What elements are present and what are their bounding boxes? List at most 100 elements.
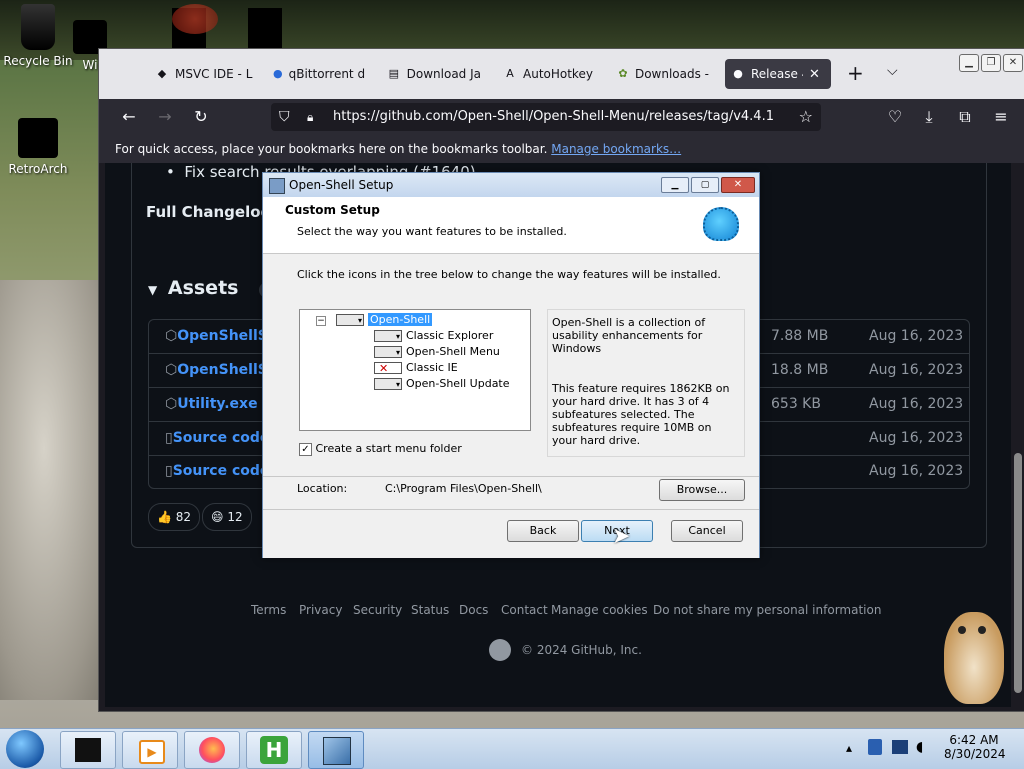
footer-link-do-not-share[interactable]: Do not share my personal information	[653, 603, 881, 617]
browse-button[interactable]: Browse...	[659, 479, 745, 501]
desktop-icon-hidden-3[interactable]	[172, 4, 218, 34]
bookmark-star-icon[interactable]: ☆	[799, 103, 813, 131]
tab-downloads[interactable]: ✿ Downloads -	[617, 59, 709, 89]
dialog-instruction: Click the icons in the tree below to cha…	[297, 268, 721, 281]
start-button[interactable]	[6, 730, 44, 768]
desktop-icon-recycle-bin[interactable]: Recycle Bin	[2, 4, 74, 68]
desktop-icon-retroarch[interactable]: RetroArch	[2, 112, 74, 176]
footer-link-manage-cookies[interactable]: Manage cookies	[551, 603, 648, 617]
tree-node-open-shell[interactable]: − ▾ Open-Shell	[316, 313, 433, 326]
shield-icon[interactable]: ⛉	[279, 103, 290, 131]
tab-qbittorrent[interactable]: ● qBittorrent d	[273, 59, 365, 89]
extensions-icon[interactable]: ⧉	[953, 105, 977, 129]
start-menu-folder-option[interactable]: ✓ Create a start menu folder	[299, 442, 462, 456]
back-arrow-icon[interactable]: ←	[117, 105, 141, 129]
maximize-button[interactable]: ❐	[981, 54, 1001, 72]
full-changelog-label: Full Changelog:	[146, 203, 278, 221]
url-text[interactable]: https://github.com/Open-Shell/Open-Shell…	[333, 103, 773, 131]
triangle-down-icon: ▼	[148, 283, 158, 297]
taskbar-item-autohotkey[interactable]: H	[246, 731, 302, 769]
dialog-titlebar[interactable]: Open-Shell Setup ▁ ▢ ✕	[263, 173, 759, 197]
autohotkey-h-icon: H	[260, 736, 288, 764]
footer-link-contact[interactable]: Contact	[501, 603, 548, 617]
tree-node-open-shell-update[interactable]: ▾ Open-Shell Update	[374, 377, 510, 390]
tray-app-icon[interactable]	[868, 739, 882, 755]
dialog-maximize-button[interactable]: ▢	[691, 177, 719, 193]
minimize-button[interactable]: ▁	[959, 54, 979, 72]
reaction-smile[interactable]: 😄 12	[202, 503, 252, 531]
pocket-icon[interactable]: ♡	[883, 105, 907, 129]
desktop-icon-label: RetroArch	[8, 162, 68, 176]
tree-node-classic-ie[interactable]: ✕ Classic IE	[374, 361, 458, 375]
tree-node-open-shell-menu[interactable]: ▾ Open-Shell Menu	[374, 345, 500, 358]
url-bar[interactable]: ⛉ 🔒︎ https://github.com/Open-Shell/Open-…	[271, 103, 821, 131]
dialog-title: Open-Shell Setup	[289, 178, 394, 192]
manage-bookmarks-link[interactable]: Manage bookmarks…	[551, 142, 681, 156]
show-hidden-icons-chevron-icon[interactable]: ▴	[846, 741, 852, 755]
package-icon: ⬡	[165, 396, 178, 412]
close-window-button[interactable]: ✕	[1003, 54, 1023, 72]
scrollbar-thumb[interactable]	[1014, 453, 1022, 693]
menu-hamburger-icon[interactable]: ≡	[989, 105, 1013, 129]
new-tab-button[interactable]: +	[847, 61, 864, 85]
feature-tree[interactable]: − ▾ Open-Shell ▾ Classic Explorer ▾ Open-She…	[299, 309, 531, 431]
setup-dialog: Open-Shell Setup ▁ ▢ ✕ Custom Setup Sele…	[262, 172, 760, 558]
reload-icon[interactable]: ↻	[189, 105, 213, 129]
download-icon[interactable]: ⤓	[917, 105, 941, 129]
bookmarks-toolbar: For quick access, place your bookmarks h…	[99, 135, 1024, 163]
back-button[interactable]: Back	[507, 520, 579, 542]
footer-link-terms[interactable]: Terms	[251, 603, 286, 617]
tab-msvc-ide[interactable]: ◆ MSVC IDE - L	[155, 59, 255, 89]
footer-link-status[interactable]: Status	[411, 603, 449, 617]
recycle-bin-icon	[21, 4, 55, 50]
forward-arrow-icon[interactable]: →	[153, 105, 177, 129]
tab-release[interactable]: ● Release 4.4 ✕	[725, 59, 831, 89]
github-logo-icon[interactable]	[489, 639, 511, 661]
retroarch-icon	[18, 118, 58, 158]
taskbar-item-media-player[interactable]: ▶	[122, 731, 178, 769]
checkbox-checked[interactable]: ✓	[299, 442, 312, 456]
reaction-thumbs-up[interactable]: 👍 82	[148, 503, 201, 531]
clock[interactable]: 6:42 AM 8/30/2024	[944, 733, 1006, 761]
footer-link-docs[interactable]: Docs	[459, 603, 488, 617]
taskbar-item-terminal[interactable]	[60, 731, 116, 769]
feature-state-icon[interactable]: ▾	[336, 314, 364, 326]
installer-icon	[323, 737, 351, 765]
feature-state-icon[interactable]: ▾	[374, 346, 402, 358]
list-all-tabs-chevron-icon[interactable]: ⌵	[887, 63, 898, 79]
close-tab-icon[interactable]: ✕	[809, 67, 820, 82]
autohotkey-icon: A	[506, 67, 514, 80]
package-icon: ⬡	[165, 362, 178, 378]
network-monitor-icon[interactable]	[892, 740, 908, 754]
dialog-minimize-button[interactable]: ▁	[661, 177, 689, 193]
package-icon: ⬡	[165, 328, 178, 344]
assets-header[interactable]: ▼ Assets 5	[148, 277, 281, 299]
tree-node-classic-explorer[interactable]: ▾ Classic Explorer	[374, 329, 493, 342]
taskbar-item-setup[interactable]	[308, 731, 364, 769]
cancel-button[interactable]: Cancel	[671, 520, 743, 542]
taskbar-item-firefox[interactable]	[184, 731, 240, 769]
feature-excluded-x-icon[interactable]: ✕	[374, 362, 402, 375]
clock-time: 6:42 AM	[949, 733, 999, 747]
tab-autohotkey[interactable]: A AutoHotkey	[503, 59, 599, 89]
taskbar: ▶ H ▴ ◖ 6:42 AM 8/30/2024	[0, 728, 1024, 769]
feature-state-icon[interactable]: ▾	[374, 378, 402, 390]
footer-link-security[interactable]: Security	[353, 603, 402, 617]
copyright: © 2024 GitHub, Inc.	[521, 643, 642, 657]
desktop-icon-label: Recycle Bin	[3, 54, 73, 68]
lock-icon[interactable]: 🔒︎	[307, 103, 313, 131]
description-text: Open-Shell is a collection of usability …	[552, 316, 706, 355]
clock-date: 8/30/2024	[944, 747, 1006, 761]
tab-download-java[interactable]: ▤ Download Ja	[387, 59, 481, 89]
setup-app-icon	[269, 178, 285, 194]
feature-state-icon[interactable]: ▾	[374, 330, 402, 342]
desktop-wallpaper-rock	[0, 280, 110, 700]
dialog-header: Custom Setup Select the way you want fea…	[263, 197, 759, 254]
volume-icon[interactable]: ◖	[916, 739, 923, 755]
page-scrollbar[interactable]	[1011, 163, 1024, 707]
footer-link-privacy[interactable]: Privacy	[299, 603, 342, 617]
dialog-close-button[interactable]: ✕	[721, 177, 755, 193]
desktop-icon-hidden-2[interactable]	[248, 8, 282, 48]
collapse-toggle-icon[interactable]: −	[316, 316, 326, 326]
media-player-icon: ▶	[139, 740, 165, 764]
